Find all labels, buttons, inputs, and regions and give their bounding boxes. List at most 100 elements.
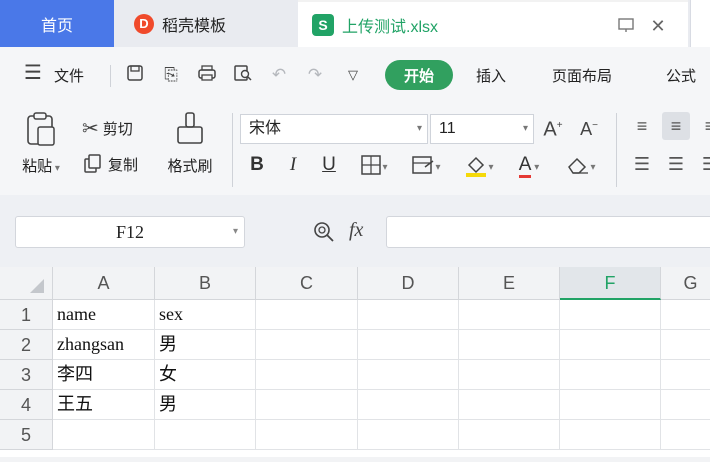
formula-input[interactable] [386,216,710,248]
select-all-icon [30,279,44,293]
align-top-icon[interactable]: ≡ [628,112,656,140]
save-icon[interactable] [124,64,146,86]
zoom-search-icon[interactable] [312,220,334,242]
cell-b4[interactable]: 男 [155,390,256,420]
increase-font-icon[interactable]: A+ [542,115,564,141]
name-box[interactable]: F12 ▾ [15,216,245,248]
tab-insert[interactable]: 插入 [476,65,506,86]
tab-file[interactable]: S 上传测试.xlsx ✕ [298,0,688,47]
fill-color-button[interactable]: ▾ [458,151,500,179]
cell-a5[interactable] [53,420,155,450]
cell-d4[interactable] [358,390,459,420]
column-header-b[interactable]: B [155,267,256,300]
column-header-a[interactable]: A [53,267,155,300]
column-header-d[interactable]: D [358,267,459,300]
cell-f2[interactable] [560,330,661,360]
copy-icon [84,154,101,173]
close-tab-icon[interactable]: ✕ [648,16,668,36]
cell-f3[interactable] [560,360,661,390]
copy-button[interactable]: 复制 [82,153,138,175]
cell-d3[interactable] [358,360,459,390]
cell-e1[interactable] [459,300,560,330]
tab-home[interactable]: 首页 [0,0,114,47]
row-header[interactable]: 4 [0,390,53,420]
tab-page-layout[interactable]: 页面布局 [552,65,612,86]
font-name-select[interactable]: 宋体 ▾ [240,114,428,144]
cell-g1[interactable] [661,300,710,330]
cell-g5[interactable] [661,420,710,450]
hamburger-menu-icon[interactable]: ☰ [22,62,44,84]
cell-b1[interactable]: sex [155,300,256,330]
underline-button[interactable]: U [316,151,342,179]
export-icon[interactable]: ⎘ [160,64,182,86]
decrease-font-icon[interactable]: A− [578,115,600,139]
redo-icon[interactable]: ↷ [304,64,326,86]
tab-formula[interactable]: 公式 [666,65,696,86]
cell-b2[interactable]: 男 [155,330,256,360]
cell-e2[interactable] [459,330,560,360]
cell-a4[interactable]: 王五 [53,390,155,420]
cell-g4[interactable] [661,390,710,420]
column-header-f[interactable]: F [560,267,661,300]
cell-g3[interactable] [661,360,710,390]
tab-templates[interactable]: D 稻壳模板 [116,0,296,47]
print-preview-icon[interactable] [232,64,254,86]
copy-label: 复制 [108,156,139,174]
font-size-select[interactable]: 11 ▾ [430,114,534,144]
format-painter-button[interactable]: 格式刷 [160,111,220,176]
row-header[interactable]: 1 [0,300,53,330]
cell-c4[interactable] [256,390,358,420]
column-header-c[interactable]: C [256,267,358,300]
cell-b3[interactable]: 女 [155,360,256,390]
formula-bar: F12 ▾ fx [0,195,710,267]
cell-a3[interactable]: 李四 [53,360,155,390]
font-color-button[interactable]: A ▾ [508,151,550,179]
menu-file[interactable]: 文件 [54,65,84,86]
align-center-icon[interactable]: ☰ [662,150,690,178]
cell-d1[interactable] [358,300,459,330]
function-icon[interactable]: fx [349,219,363,242]
align-right-icon[interactable]: ☰ [696,150,710,178]
cell-a2[interactable]: zhangsan [53,330,155,360]
clear-format-button[interactable]: ▾ [560,151,602,179]
cell-c3[interactable] [256,360,358,390]
row-header[interactable]: 5 [0,420,53,450]
tab-start[interactable]: 开始 [385,60,453,90]
column-header-g[interactable]: G [661,267,710,300]
row-header[interactable]: 3 [0,360,53,390]
cell-a1[interactable]: name [53,300,155,330]
undo-icon[interactable]: ↶ [268,64,290,86]
align-bottom-icon[interactable]: ≡ [696,112,710,140]
cell-d2[interactable] [358,330,459,360]
popout-icon[interactable] [616,16,636,36]
chevron-down-icon[interactable]: ▽ [342,64,364,86]
cell-f4[interactable] [560,390,661,420]
tab-file-label: 上传测试.xlsx [342,18,439,36]
cell-c1[interactable] [256,300,358,330]
cell-c2[interactable] [256,330,358,360]
cell-f1[interactable] [560,300,661,330]
cell-e5[interactable] [459,420,560,450]
cell-e3[interactable] [459,360,560,390]
cell-f5[interactable] [560,420,661,450]
cell-style-button[interactable]: ▾ [404,151,448,179]
chevron-down-icon: ▾ [522,123,528,134]
format-painter-label: 格式刷 [167,158,213,175]
cell-c5[interactable] [256,420,358,450]
align-left-icon[interactable]: ☰ [628,150,656,178]
bold-button[interactable]: B [244,151,270,179]
cell-e4[interactable] [459,390,560,420]
borders-button[interactable]: ▾ [354,151,394,179]
print-icon[interactable] [196,64,218,86]
cell-d5[interactable] [358,420,459,450]
paste-button[interactable]: 粘贴 ▾ [16,111,66,176]
cell-b5[interactable] [155,420,256,450]
column-header-e[interactable]: E [459,267,560,300]
paste-label: 粘贴 [22,158,53,175]
cell-g2[interactable] [661,330,710,360]
row-header[interactable]: 2 [0,330,53,360]
select-all-corner[interactable] [0,267,53,300]
cut-button[interactable]: ✂ 剪切 [82,116,133,141]
italic-button[interactable]: I [280,151,306,179]
align-middle-icon[interactable]: ≡ [662,112,690,140]
